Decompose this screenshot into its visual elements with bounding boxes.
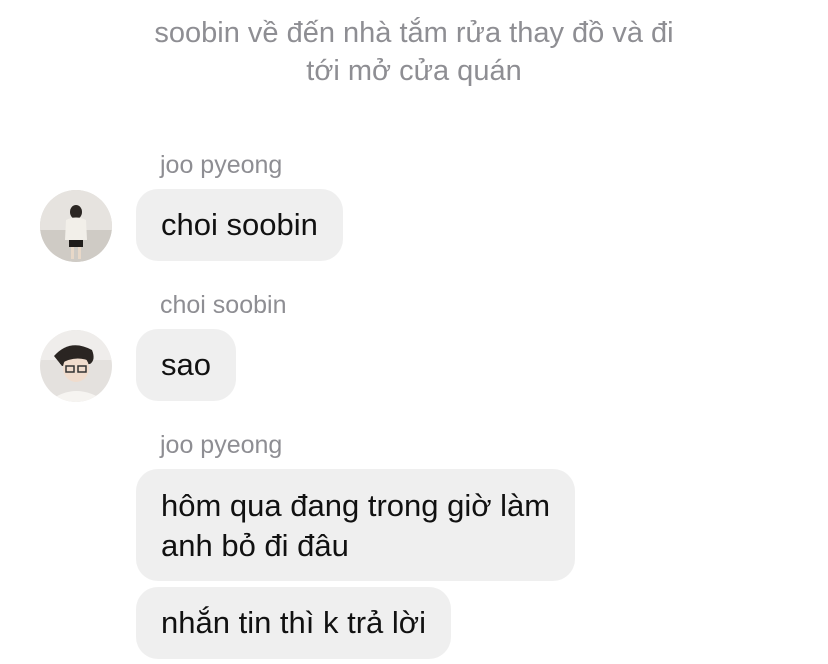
message-text-line-1: hôm qua đang trong giờ làm [161,488,551,523]
message-text-line-2: anh bỏ đi đâu [161,528,349,563]
message-bubble[interactable]: sao [136,329,236,401]
message-bubble[interactable]: hôm qua đang trong giờ làm anh bỏ đi đâu [136,469,576,581]
message-text: choi soobin [161,207,318,242]
system-note-line-2: tới mở cửa quán [306,55,522,87]
system-note-line-1: soobin về đến nhà tắm rửa thay đồ và đi [154,17,674,49]
boy-profile-photo-icon[interactable] [40,330,112,402]
sender-name-joo-pyeong: joo pyeong [160,151,283,179]
message-text: sao [161,347,211,382]
sender-name-joo-pyeong: joo pyeong [160,431,283,459]
girl-profile-photo-icon[interactable] [40,190,112,262]
message-bubble[interactable]: choi soobin [136,189,343,261]
message-text: nhắn tin thì k trả lời [161,605,427,640]
sender-name-choi-soobin: choi soobin [160,291,287,319]
message-bubble[interactable]: nhắn tin thì k trả lời [136,587,452,659]
system-note: soobin về đến nhà tắm rửa thay đồ và đi … [0,14,828,90]
